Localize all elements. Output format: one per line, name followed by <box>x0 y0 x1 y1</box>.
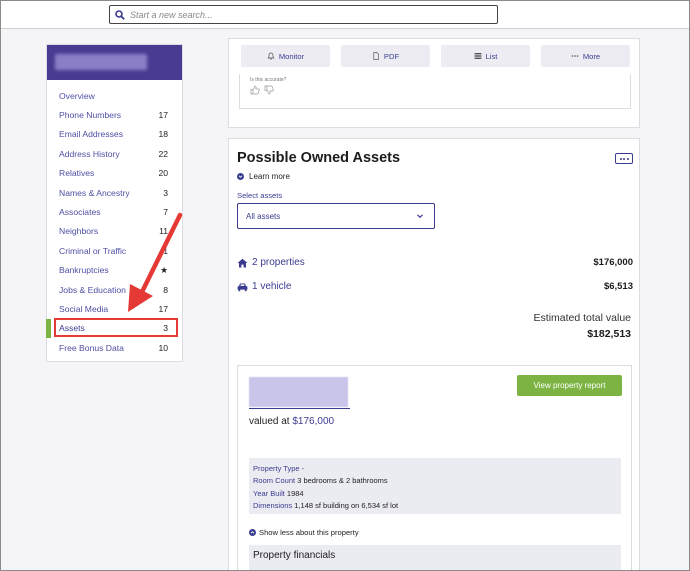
annotation-arrow <box>128 212 183 312</box>
annotation-highlight-box <box>54 318 178 337</box>
